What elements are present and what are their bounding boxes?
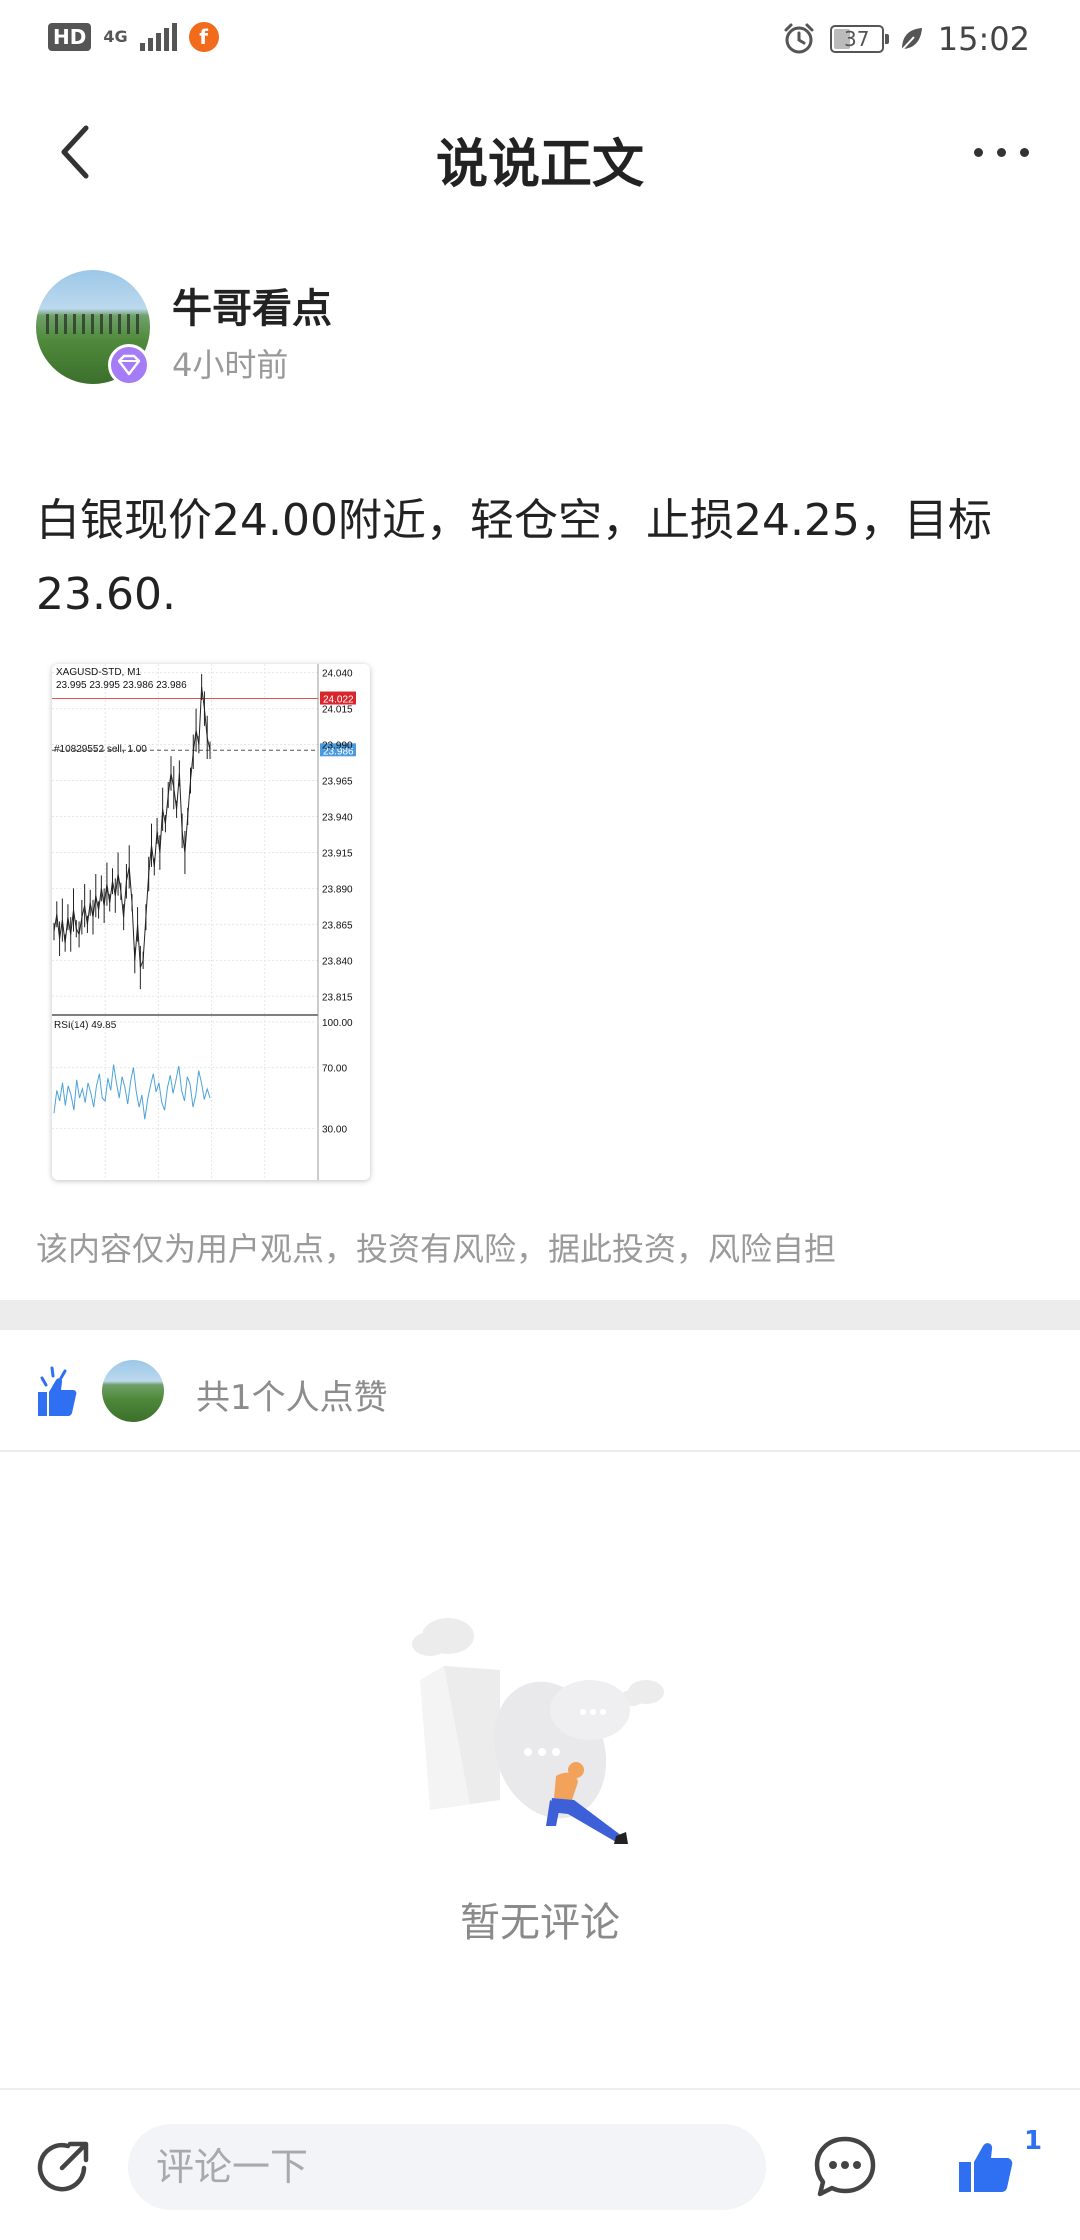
comment-icon[interactable]: [812, 2134, 878, 2200]
more-button[interactable]: [956, 122, 1046, 182]
alarm-icon: [784, 23, 814, 54]
post-body-text: 白银现价24.00附近，轻仓空，止损24.25，目标23.60.: [36, 495, 992, 620]
risk-disclaimer: 该内容仅为用户观点，投资有风险，据此投资，风险自担: [36, 1230, 837, 1268]
nav-bar: 说说正文: [0, 92, 1080, 212]
price-tick-label: 23.840: [322, 956, 353, 967]
avatar-photo-detail: [46, 314, 140, 334]
more-dot: [996, 147, 1006, 157]
like-count-badge: 1: [1024, 2126, 1043, 2156]
rsi-tick-label: 70.00: [322, 1064, 347, 1075]
vip-diamond-icon: [108, 344, 150, 386]
price-tick-label: 23.940: [322, 812, 353, 823]
clock: 15:02: [937, 20, 1030, 58]
price-tick-label: 23.990: [322, 741, 353, 752]
bottom-action-bar: 1: [0, 2088, 1080, 2240]
status-left: HD 4G f: [48, 22, 219, 52]
order-label: #10829552 sell, 1.00: [54, 744, 147, 755]
liker-avatar[interactable]: [102, 1360, 164, 1422]
signal-icon: [139, 23, 177, 51]
rsi-tick-label: 100.00: [322, 1018, 353, 1029]
section-divider: [0, 1300, 1080, 1330]
price-tick-label: 23.815: [322, 992, 353, 1003]
chart-ohlc-header: 23.995 23.995 23.986 23.986: [56, 680, 187, 691]
author-header: 牛哥看点 4小时前: [36, 270, 1036, 390]
status-right: 37 15:02: [782, 20, 1030, 58]
price-tick-label: 24.015: [322, 705, 353, 716]
empty-comments-illustration: [412, 1618, 664, 1844]
price-tick-label: 23.915: [322, 848, 353, 859]
status-bar: HD 4G f 37 15:02: [0, 0, 1080, 80]
comment-input[interactable]: [128, 2124, 766, 2210]
price-tick-label: 23.865: [322, 920, 353, 931]
battery-icon: 37: [829, 25, 889, 53]
likes-row[interactable]: 共1个人点赞: [0, 1330, 1080, 1452]
post-chart-image[interactable]: XAGUSD-STD, M1 23.995 23.995 23.986 23.9…: [52, 664, 370, 1180]
share-icon[interactable]: [32, 2134, 96, 2198]
app-notification-icon: f: [188, 22, 219, 52]
price-tick-label: 24.040: [322, 669, 353, 680]
price-tick-label: 23.890: [322, 884, 353, 895]
price-tick-label: 23.965: [322, 777, 353, 788]
price-chart: XAGUSD-STD, M1 23.995 23.995 23.986 23.9…: [52, 664, 370, 1180]
empty-comments-text: 暂无评论: [460, 1900, 620, 1946]
more-dot: [1019, 147, 1029, 157]
chart-symbol-title: XAGUSD-STD, M1: [56, 667, 141, 678]
network-label: 4G: [103, 27, 128, 46]
hd-badge: HD: [48, 23, 92, 51]
author-name[interactable]: 牛哥看点: [172, 276, 332, 334]
battery-level: 37: [844, 27, 870, 51]
likes-count-text: 共1个人点赞: [196, 1378, 388, 1418]
rsi-tick-label: 30.00: [322, 1124, 347, 1135]
thumbs-up-icon[interactable]: [956, 2134, 1016, 2196]
more-dot: [973, 147, 983, 157]
diamond-icon: [117, 354, 141, 376]
leaf-icon: [900, 28, 922, 52]
post-time: 4小时前: [172, 346, 289, 384]
page-title: 说说正文: [435, 135, 644, 195]
thumbs-up-sparkle-icon: [38, 1366, 77, 1416]
